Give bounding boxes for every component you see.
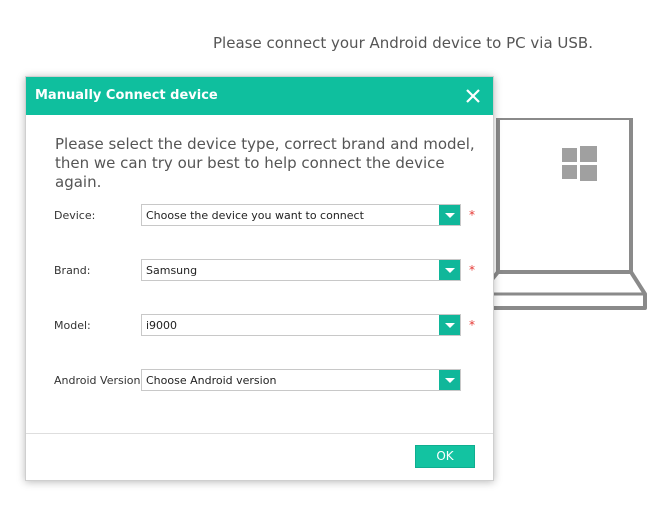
model-label: Model:	[54, 319, 91, 332]
dropdown-arrow-icon[interactable]	[439, 370, 460, 390]
brand-select[interactable]: Samsung	[141, 259, 461, 281]
android-version-select-value: Choose Android version	[146, 374, 277, 387]
dialog-header: Manually Connect device	[26, 77, 493, 115]
brand-label: Brand:	[54, 264, 91, 277]
manual-connect-dialog: Manually Connect device Please select th…	[25, 76, 494, 481]
dropdown-arrow-icon[interactable]	[439, 205, 460, 225]
dialog-title: Manually Connect device	[35, 88, 218, 103]
device-select-value: Choose the device you want to connect	[146, 209, 364, 222]
device-label: Device:	[54, 209, 96, 222]
device-select[interactable]: Choose the device you want to connect	[141, 204, 461, 226]
close-icon[interactable]	[463, 86, 483, 106]
dropdown-arrow-icon[interactable]	[439, 260, 460, 280]
required-marker: *	[469, 208, 475, 222]
brand-select-value: Samsung	[146, 264, 198, 277]
footer-divider	[26, 433, 493, 434]
dialog-instructions: Please select the device type, correct b…	[55, 135, 475, 191]
required-marker: *	[469, 263, 475, 277]
required-marker: *	[469, 318, 475, 332]
ok-button[interactable]: OK	[415, 445, 475, 468]
android-version-label: Android Version:	[54, 374, 145, 387]
connect-instruction: Please connect your Android device to PC…	[213, 34, 593, 52]
laptop-icon	[480, 118, 647, 310]
android-version-select[interactable]: Choose Android version	[141, 369, 461, 391]
model-select-value: i9000	[146, 319, 178, 332]
model-select[interactable]: i9000	[141, 314, 461, 336]
windows-logo-icon	[562, 146, 597, 181]
dropdown-arrow-icon[interactable]	[439, 315, 460, 335]
